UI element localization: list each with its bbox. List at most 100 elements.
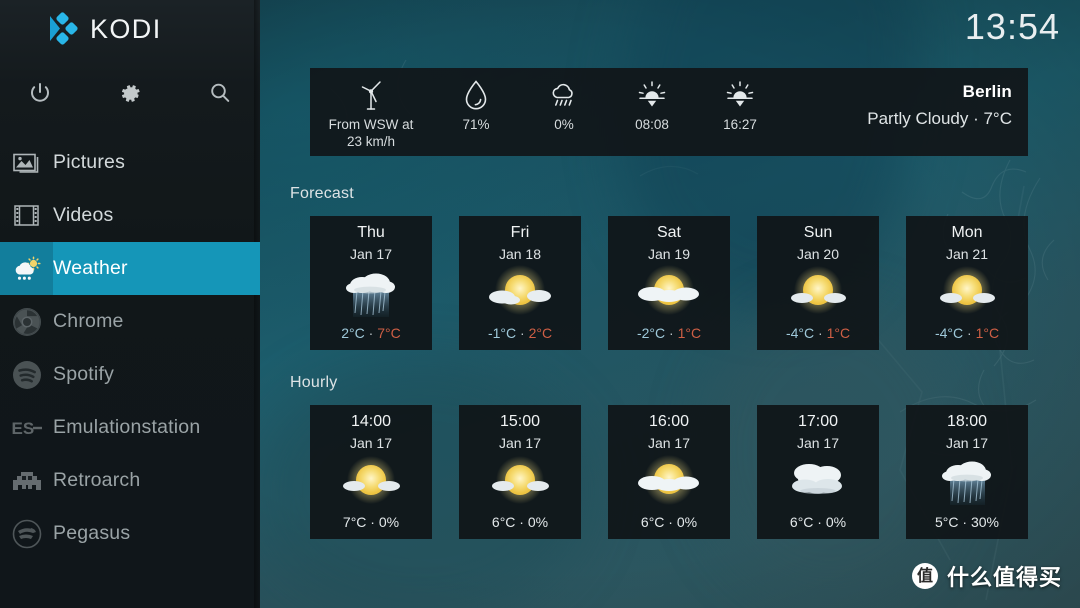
forecast-card[interactable]: Sat Jan 19 -2°C · 1°C bbox=[608, 216, 730, 350]
hourly-card[interactable]: 14:00 Jan 17 7°C · 0% bbox=[310, 405, 432, 539]
metric-sunset-value: 16:27 bbox=[723, 117, 757, 132]
separator: · bbox=[370, 514, 375, 530]
sidebar-item-label: Videos bbox=[53, 204, 114, 226]
hourly-card[interactable]: 16:00 Jan 17 6°C · 0% bbox=[608, 405, 730, 539]
hourly-card[interactable]: 17:00 Jan 17 6°C · 0% bbox=[757, 405, 879, 539]
hourly-section-title: Hourly bbox=[290, 374, 338, 391]
metric-wind-value: From WSW at 23 km/h bbox=[328, 117, 414, 149]
hourly-precip: 30% bbox=[970, 514, 999, 530]
sidebar-item-label: Retroarch bbox=[53, 469, 141, 491]
separator: · bbox=[962, 514, 968, 530]
sidebar-item-weather[interactable]: Weather bbox=[0, 242, 260, 295]
hourly-temp: 6°C bbox=[640, 514, 665, 530]
separator: · bbox=[668, 514, 673, 530]
hourly-time: 18:00 bbox=[946, 413, 988, 430]
forecast-temps: -2°C · 1°C bbox=[608, 325, 730, 341]
spotify-icon bbox=[0, 348, 53, 401]
hourly-temp: 6°C bbox=[491, 514, 516, 530]
sidebar-item-label: Emulationstation bbox=[53, 416, 201, 438]
metric-humidity: 71% bbox=[432, 68, 520, 134]
forecast-card[interactable]: Thu Jan 17 2°C · 7°C bbox=[310, 216, 432, 350]
hourly-strip: 14:00 Jan 17 7°C · 0% 15:00 Jan 17 6°C ·… bbox=[310, 405, 1028, 539]
separator: · bbox=[669, 325, 674, 341]
hourly-card[interactable]: 15:00 Jan 17 6°C · 0% bbox=[459, 405, 581, 539]
hourly-temp: 5°C bbox=[935, 514, 959, 530]
forecast-card[interactable]: Mon Jan 21 -4°C · 1°C bbox=[906, 216, 1028, 350]
chrome-icon bbox=[0, 295, 53, 348]
sunset-icon bbox=[723, 77, 757, 113]
power-icon[interactable] bbox=[17, 70, 63, 116]
sun-cloud-icon bbox=[310, 451, 432, 509]
forecast-low: -4°C bbox=[934, 325, 964, 341]
separator: · bbox=[817, 514, 822, 530]
forecast-strip: Thu Jan 17 2°C · 7°C Fri Jan 18 -1°C · 2… bbox=[310, 216, 1028, 350]
separator: · bbox=[368, 325, 374, 341]
forecast-date: Jan 20 bbox=[796, 246, 840, 262]
sidebar-item-pictures[interactable]: Pictures bbox=[0, 136, 260, 189]
separator: · bbox=[967, 325, 972, 341]
hourly-values: 7°C · 0% bbox=[310, 514, 432, 530]
sidebar-item-videos[interactable]: Videos bbox=[0, 189, 260, 242]
retroarch-icon bbox=[0, 454, 53, 507]
hourly-date: Jan 17 bbox=[647, 435, 691, 451]
hourly-time: 15:00 bbox=[499, 413, 541, 430]
forecast-low: -2°C bbox=[636, 325, 666, 341]
watermark-text: 什么值得买 bbox=[946, 566, 1062, 591]
separator: · bbox=[520, 325, 525, 341]
humidity-drop-icon bbox=[463, 77, 489, 113]
sidebar-quick-icons bbox=[0, 70, 260, 118]
sunrise-icon bbox=[635, 77, 669, 113]
sidebar-item-emulationstation[interactable]: ES Emulationstation bbox=[0, 401, 260, 454]
forecast-card[interactable]: Sun Jan 20 -4°C · 1°C bbox=[757, 216, 879, 350]
cloudy-icon bbox=[757, 451, 879, 509]
forecast-section-title: Forecast bbox=[290, 185, 354, 202]
app-logo[interactable]: KODI bbox=[44, 12, 162, 46]
sun-cloud-icon bbox=[459, 451, 581, 509]
sidebar-item-retroarch[interactable]: Retroarch bbox=[0, 454, 260, 507]
sidebar: KODI Pictures Videos Weather Chrome Spot… bbox=[0, 0, 260, 608]
hourly-date: Jan 17 bbox=[945, 435, 989, 451]
hourly-date: Jan 17 bbox=[349, 435, 393, 451]
metric-humidity-value: 71% bbox=[462, 117, 490, 132]
watermark-badge-icon: 值 bbox=[911, 563, 938, 589]
search-icon[interactable] bbox=[197, 70, 243, 116]
forecast-high: 1°C bbox=[975, 325, 1000, 341]
rain-icon bbox=[906, 451, 1028, 509]
sidebar-item-pegasus[interactable]: Pegasus bbox=[0, 507, 260, 560]
gear-icon[interactable] bbox=[107, 70, 153, 116]
metric-precipitation: 0% bbox=[520, 68, 608, 134]
hourly-date: Jan 17 bbox=[498, 435, 542, 451]
forecast-temps: -4°C · 1°C bbox=[757, 325, 879, 341]
forecast-temps: -4°C · 1°C bbox=[906, 325, 1028, 341]
weather-icon bbox=[0, 242, 53, 295]
current-metrics: From WSW at 23 km/h 71% 0% 08:08 16:27 bbox=[310, 68, 784, 156]
clock: 13:54 bbox=[964, 6, 1060, 47]
sidebar-item-label: Chrome bbox=[53, 310, 124, 332]
hourly-card[interactable]: 18:00 Jan 17 5°C · 30% bbox=[906, 405, 1028, 539]
hourly-values: 6°C · 0% bbox=[757, 514, 879, 530]
metric-sunrise-value: 08:08 bbox=[635, 117, 669, 132]
svg-text:ES: ES bbox=[11, 419, 34, 438]
kodi-weather-screen: 13:54 KODI Pictures Videos Weather Chrom… bbox=[0, 0, 1080, 608]
app-name: KODI bbox=[90, 13, 162, 44]
rain-cloud-icon bbox=[547, 77, 581, 113]
sidebar-item-spotify[interactable]: Spotify bbox=[0, 348, 260, 401]
sun-cloud-icon bbox=[459, 262, 581, 320]
forecast-temps: 2°C · 7°C bbox=[310, 325, 432, 341]
sidebar-item-chrome[interactable]: Chrome bbox=[0, 295, 260, 348]
forecast-date: Jan 21 bbox=[945, 246, 989, 262]
watermark: 值 什么值得买 bbox=[911, 560, 1062, 592]
forecast-day: Thu bbox=[357, 224, 385, 241]
sidebar-item-label: Pictures bbox=[53, 151, 126, 173]
pegasus-icon bbox=[0, 507, 53, 560]
hourly-values: 6°C · 0% bbox=[459, 514, 581, 530]
sun-cloud-icon bbox=[906, 262, 1028, 320]
sidebar-item-label: Spotify bbox=[53, 363, 115, 385]
separator: · bbox=[818, 325, 823, 341]
hourly-time: 17:00 bbox=[797, 413, 839, 430]
sun-cloud-icon bbox=[757, 262, 879, 320]
forecast-card[interactable]: Fri Jan 18 -1°C · 2°C bbox=[459, 216, 581, 350]
current-weather-panel: From WSW at 23 km/h 71% 0% 08:08 16:27 B… bbox=[310, 68, 1028, 156]
metric-precipitation-value: 0% bbox=[554, 117, 574, 132]
forecast-high: 2°C bbox=[528, 325, 553, 341]
